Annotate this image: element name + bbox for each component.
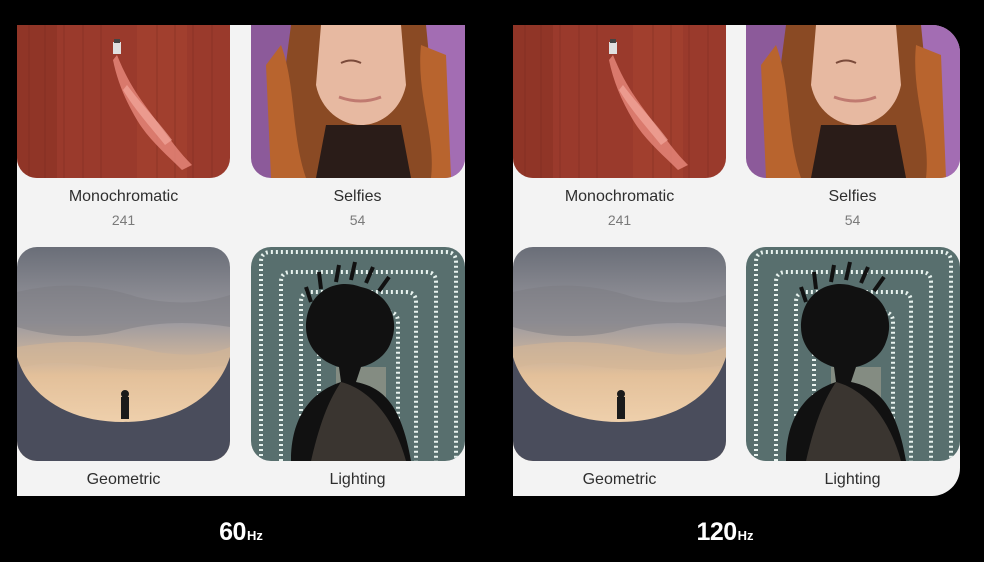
- refresh-rate-unit-left: Hz: [246, 528, 263, 543]
- album-name-lighting: Lighting: [329, 471, 386, 488]
- lighting-photo: [251, 247, 465, 461]
- album-thumbnail-monochromatic[interactable]: [513, 25, 726, 178]
- refresh-rate-label-right: 120Hz: [625, 518, 825, 547]
- refresh-rate-value-left: 60: [219, 518, 246, 546]
- album-thumbnail-monochromatic[interactable]: [17, 25, 230, 178]
- gallery-panel-120hz: Monochromatic 241 Selfies 54 Geometric L…: [513, 25, 960, 496]
- refresh-rate-label-left: 60Hz: [141, 518, 341, 547]
- album-count-monochromatic: 241: [111, 212, 136, 228]
- monochromatic-photo: [17, 25, 230, 178]
- album-name-lighting: Lighting: [824, 471, 881, 488]
- album-thumbnail-geometric[interactable]: [17, 247, 230, 461]
- album-thumbnail-lighting[interactable]: [251, 247, 465, 461]
- refresh-rate-value-right: 120: [696, 518, 737, 546]
- album-thumbnail-geometric[interactable]: [513, 247, 726, 461]
- album-count-selfies: 54: [844, 212, 861, 228]
- album-name-geometric: Geometric: [86, 471, 161, 488]
- album-name-geometric: Geometric: [582, 471, 657, 488]
- lighting-photo: [746, 247, 960, 461]
- album-name-selfies: Selfies: [828, 188, 877, 205]
- album-name-selfies: Selfies: [333, 188, 382, 205]
- selfie-photo: [746, 25, 960, 178]
- album-thumbnail-selfies[interactable]: [746, 25, 960, 178]
- gallery-panel-60hz: Monochromatic 241 Selfies 54 Geometric L…: [17, 25, 465, 496]
- album-thumbnail-selfies[interactable]: [251, 25, 465, 178]
- album-count-monochromatic: 241: [607, 212, 632, 228]
- selfie-photo: [251, 25, 465, 178]
- album-count-selfies: 54: [349, 212, 366, 228]
- album-thumbnail-lighting[interactable]: [746, 247, 960, 461]
- geometric-photo: [17, 247, 230, 461]
- album-name-monochromatic: Monochromatic: [68, 188, 179, 205]
- refresh-rate-unit-right: Hz: [737, 528, 754, 543]
- monochromatic-photo: [513, 25, 726, 178]
- album-name-monochromatic: Monochromatic: [564, 188, 675, 205]
- geometric-photo: [513, 247, 726, 461]
